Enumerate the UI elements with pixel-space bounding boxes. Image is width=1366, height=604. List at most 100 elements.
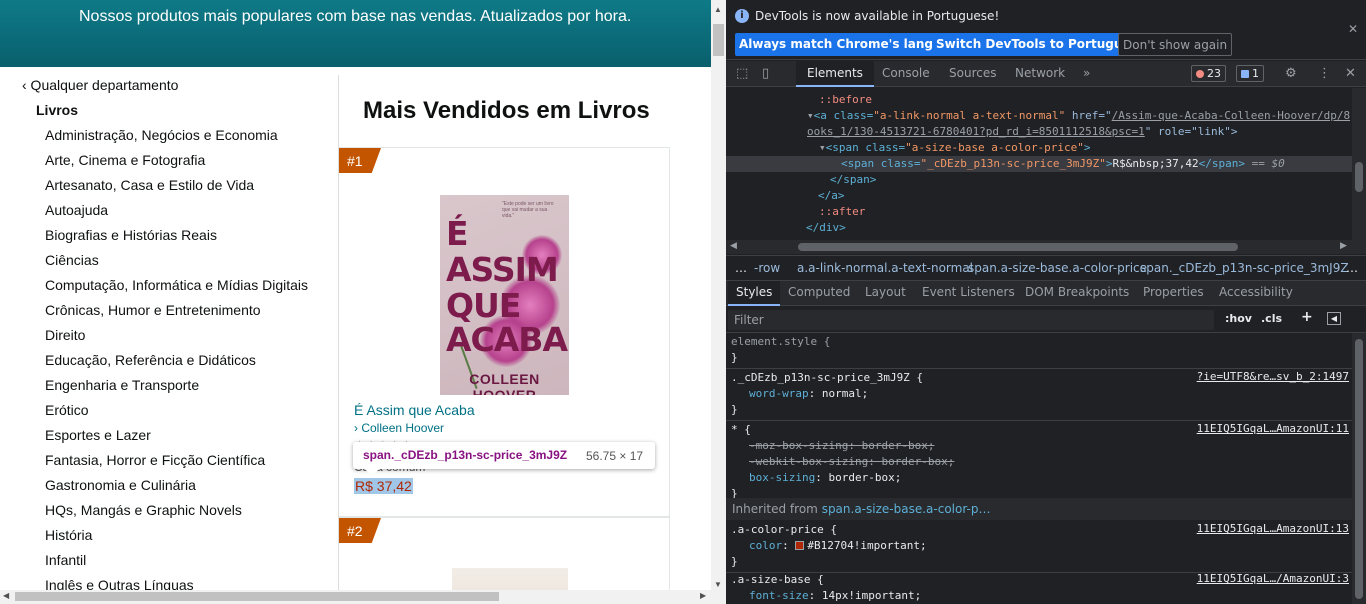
dom-node[interactable]: ::after: [726, 204, 1352, 220]
department-item[interactable]: Gastronomia e Culinária: [45, 477, 308, 502]
styles-filter-bar: Filter :hov .cls + ◀: [726, 307, 1366, 333]
department-item[interactable]: Biografias e Histórias Reais: [45, 227, 308, 252]
breadcrumb-item[interactable]: a.a-link-normal.a-text-normal: [797, 261, 973, 275]
dom-node[interactable]: ▾<a class="a-link-normal a-text-normal" …: [726, 108, 1352, 124]
class-toggle[interactable]: .cls: [1261, 312, 1282, 325]
breadcrumb-item[interactable]: span.a-size-base.a-color-price: [968, 261, 1147, 275]
department-item[interactable]: Ciências: [45, 252, 308, 277]
product-title-link[interactable]: É Assim que Acaba: [354, 402, 475, 418]
toggle-sidebar-icon[interactable]: ◀: [1327, 312, 1341, 325]
page-horizontal-scrollbar[interactable]: ◀ ▶: [0, 590, 711, 604]
elements-horizontal-scrollbar[interactable]: ◀ ▶: [726, 240, 1366, 254]
rule-selector[interactable]: .a-color-price {: [731, 522, 837, 538]
department-item[interactable]: Fantasia, Horror e Ficção Científica: [45, 452, 308, 477]
department-item[interactable]: Esportes e Lazer: [45, 427, 308, 452]
dom-node[interactable]: ::before: [726, 92, 1352, 108]
rule-selector[interactable]: * {: [731, 422, 751, 438]
css-declaration-overridden[interactable]: -webkit-box-sizing: border-box;: [749, 454, 954, 470]
tab-styles[interactable]: Styles: [728, 281, 781, 306]
css-declaration[interactable]: color: #B12704!important;: [749, 538, 927, 554]
new-rule-icon[interactable]: +: [1301, 309, 1313, 325]
dom-node[interactable]: ooks_1/130-4513721-6780401?pd_rd_i=85011…: [726, 124, 1352, 140]
product-author-link[interactable]: › Colleen Hoover: [354, 421, 444, 435]
tab-layout[interactable]: Layout: [857, 281, 914, 306]
breadcrumb-overflow-right[interactable]: …: [1346, 261, 1358, 275]
scroll-right-icon[interactable]: ▶: [700, 591, 706, 600]
department-item[interactable]: Computação, Informática e Mídias Digitai…: [45, 277, 308, 302]
tab-accessibility[interactable]: Accessibility: [1211, 281, 1301, 306]
tab-network[interactable]: Network: [1004, 61, 1076, 87]
hover-state-toggle[interactable]: :hov: [1225, 312, 1252, 325]
tab-computed[interactable]: Computed: [780, 281, 858, 306]
scroll-left-icon[interactable]: ◀: [3, 591, 9, 600]
css-declaration[interactable]: box-sizing: border-box;: [749, 470, 901, 486]
department-item[interactable]: HQs, Mangás e Graphic Novels: [45, 502, 308, 527]
inherited-from-link[interactable]: span.a-size-base.a-color-p…: [822, 502, 991, 516]
department-item[interactable]: Arte, Cinema e Fotografia: [45, 152, 308, 177]
elements-vertical-scrollbar[interactable]: [1352, 88, 1366, 240]
scrollbar-thumb[interactable]: [15, 592, 499, 601]
cover-title-line: QUE: [446, 286, 521, 325]
department-item[interactable]: Autoajuda: [45, 202, 308, 227]
rank-badge: #2: [339, 518, 381, 543]
rule-selector[interactable]: element.style {: [731, 334, 830, 350]
scrollbar-thumb[interactable]: [1355, 162, 1363, 192]
color-swatch-icon[interactable]: [795, 541, 805, 550]
breadcrumb-item[interactable]: -row: [754, 261, 780, 275]
rule-source-link[interactable]: 11EIQ5IGqaL…AmazonUI:13: [1197, 522, 1349, 535]
inspect-element-icon[interactable]: ⬚: [736, 66, 748, 81]
more-options-icon[interactable]: ⋮: [1318, 66, 1331, 81]
more-tabs-icon[interactable]: »: [1072, 61, 1101, 87]
scroll-down-icon[interactable]: ▼: [714, 580, 722, 589]
css-declaration[interactable]: font-size: 14px!important;: [749, 588, 921, 604]
dom-node[interactable]: ▾<span class="a-size-base a-color-price"…: [726, 140, 1352, 156]
rule-selector[interactable]: .a-size-base {: [731, 572, 824, 588]
rule-source-link[interactable]: 11EIQ5IGqaL…AmazonUI:11: [1197, 422, 1349, 435]
css-declaration-overridden[interactable]: -moz-box-sizing: border-box;: [749, 438, 934, 454]
tab-dom-breakpoints[interactable]: DOM Breakpoints: [1017, 281, 1137, 306]
rule-selector[interactable]: ._cDEzb_p13n-sc-price_3mJ9Z {: [731, 370, 923, 386]
error-counter[interactable]: 23: [1191, 65, 1226, 82]
department-item[interactable]: Direito: [45, 327, 308, 352]
scrollbar-thumb[interactable]: [713, 24, 724, 56]
rule-source-link[interactable]: ?ie=UTF8&re…sv_b_2:1497: [1197, 370, 1349, 383]
selected-dom-node[interactable]: <span class="_cDEzb_p13n-sc-price_3mJ9Z"…: [726, 156, 1352, 172]
dom-node[interactable]: </a>: [726, 188, 1352, 204]
breadcrumb-overflow-left[interactable]: …: [735, 261, 747, 275]
styles-filter-input[interactable]: Filter: [728, 310, 1214, 330]
any-department-link[interactable]: ‹ Qualquer departamento: [22, 77, 178, 93]
department-item[interactable]: Crônicas, Humor e Entretenimento: [45, 302, 308, 327]
close-devtools-icon[interactable]: ✕: [1345, 66, 1356, 81]
product-price[interactable]: R$ 37,42: [354, 478, 413, 494]
department-item[interactable]: Educação, Referência e Didáticos: [45, 352, 308, 377]
department-item[interactable]: Engenharia e Transporte: [45, 377, 308, 402]
scrollbar-thumb[interactable]: [1355, 339, 1363, 599]
tab-properties[interactable]: Properties: [1135, 281, 1212, 306]
page-vertical-scrollbar[interactable]: ▲ ▼: [711, 0, 726, 604]
scroll-left-icon[interactable]: ◀: [730, 241, 737, 251]
department-item[interactable]: Artesanato, Casa e Estilo de Vida: [45, 177, 308, 202]
settings-gear-icon[interactable]: ⚙: [1285, 66, 1297, 81]
dom-node[interactable]: </span>: [726, 172, 1352, 188]
tab-event-listeners[interactable]: Event Listeners: [914, 281, 1023, 306]
tab-elements[interactable]: Elements: [796, 61, 874, 87]
rule-source-link[interactable]: 11EIQ5IGqaL…/AmazonUI:3: [1197, 572, 1349, 585]
close-icon[interactable]: ✕: [1348, 22, 1358, 36]
dont-show-again-button[interactable]: Don't show again: [1118, 33, 1233, 56]
department-item[interactable]: Administração, Negócios e Economia: [45, 127, 308, 152]
dom-node[interactable]: </div>: [726, 220, 1352, 236]
scrollbar-thumb[interactable]: [798, 243, 1238, 251]
scroll-up-icon[interactable]: ▲: [714, 5, 722, 14]
department-item[interactable]: História: [45, 527, 308, 552]
tab-sources[interactable]: Sources: [938, 61, 1007, 87]
department-item[interactable]: Erótico: [45, 402, 308, 427]
tab-console[interactable]: Console: [871, 61, 941, 87]
styles-scrollbar[interactable]: [1352, 333, 1366, 604]
department-item[interactable]: Infantil: [45, 552, 308, 577]
scroll-right-icon[interactable]: ▶: [1340, 241, 1347, 251]
message-counter[interactable]: 1: [1236, 65, 1264, 82]
breadcrumb-item-selected[interactable]: span._cDEzb_p13n-sc-price_3mJ9Z: [1140, 261, 1349, 275]
css-declaration[interactable]: word-wrap: normal;: [749, 386, 868, 402]
device-toolbar-icon[interactable]: ▯: [762, 66, 769, 81]
book-cover-image[interactable]: "Este pode ser um livro que vai mudar a …: [440, 195, 569, 395]
